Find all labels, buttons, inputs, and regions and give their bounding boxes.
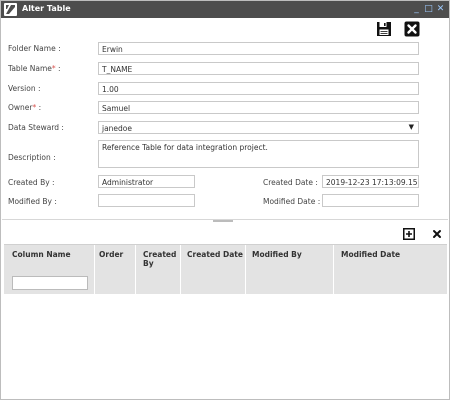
grid-toolbar (403, 228, 443, 240)
owner-label: Owner* : (8, 103, 42, 112)
column-header-column-name[interactable]: Column Name (4, 245, 95, 295)
modified-date-field[interactable] (322, 194, 419, 207)
data-steward-label: Data Steward : (8, 123, 64, 132)
app-icon (4, 3, 17, 16)
column-header-created-date[interactable]: Created Date (181, 245, 246, 295)
data-steward-select[interactable]: janedoe ▼ (98, 121, 419, 134)
add-icon[interactable] (403, 228, 415, 240)
description-field[interactable]: Reference Table for data integration pro… (98, 140, 419, 168)
description-label: Description : (8, 153, 56, 162)
owner-field[interactable]: Samuel (98, 101, 419, 114)
column-header-order[interactable]: Order (95, 245, 136, 295)
version-label: Version : (8, 84, 41, 93)
save-icon[interactable] (376, 21, 392, 37)
table-name-label: Table Name* : (8, 64, 61, 73)
column-name-filter-input[interactable] (12, 276, 88, 290)
folder-name-field[interactable]: Erwin (98, 42, 419, 55)
close-icon[interactable] (404, 21, 420, 37)
window-title: Alter Table (22, 4, 71, 13)
splitter-handle[interactable] (213, 220, 233, 222)
minimize-button[interactable]: _ (412, 4, 421, 15)
modified-by-field[interactable] (98, 194, 195, 207)
modified-date-label: Modified Date : (263, 197, 321, 206)
created-date-field[interactable]: 2019-12-23 17:13:09.15 (322, 175, 419, 188)
folder-name-label: Folder Name : (8, 44, 61, 53)
alter-table-window: Alter Table _ □ ✕ Folder Name : Erwin Ta… (0, 0, 450, 400)
data-steward-value: janedoe (102, 124, 133, 133)
created-date-label: Created Date : (263, 178, 318, 187)
close-icon[interactable] (431, 228, 443, 240)
window-controls: _ □ ✕ (412, 3, 445, 16)
form-toolbar (376, 21, 420, 37)
created-by-field[interactable]: Administrator (98, 175, 195, 188)
columns-grid: Column Name Order Created By Created Dat… (4, 244, 447, 295)
table-name-field[interactable]: T_NAME (98, 62, 419, 75)
modified-by-label: Modified By : (8, 197, 57, 206)
created-by-label: Created By : (8, 178, 55, 187)
column-header-modified-by[interactable]: Modified By (246, 245, 334, 295)
chevron-down-icon[interactable]: ▼ (409, 123, 414, 132)
column-header-created-by[interactable]: Created By (136, 245, 181, 295)
close-window-button[interactable]: ✕ (436, 4, 445, 15)
title-bar: Alter Table _ □ ✕ (1, 1, 449, 18)
version-field[interactable]: 1.00 (98, 82, 419, 95)
column-header-modified-date[interactable]: Modified Date (334, 245, 447, 295)
maximize-button[interactable]: □ (424, 4, 433, 15)
